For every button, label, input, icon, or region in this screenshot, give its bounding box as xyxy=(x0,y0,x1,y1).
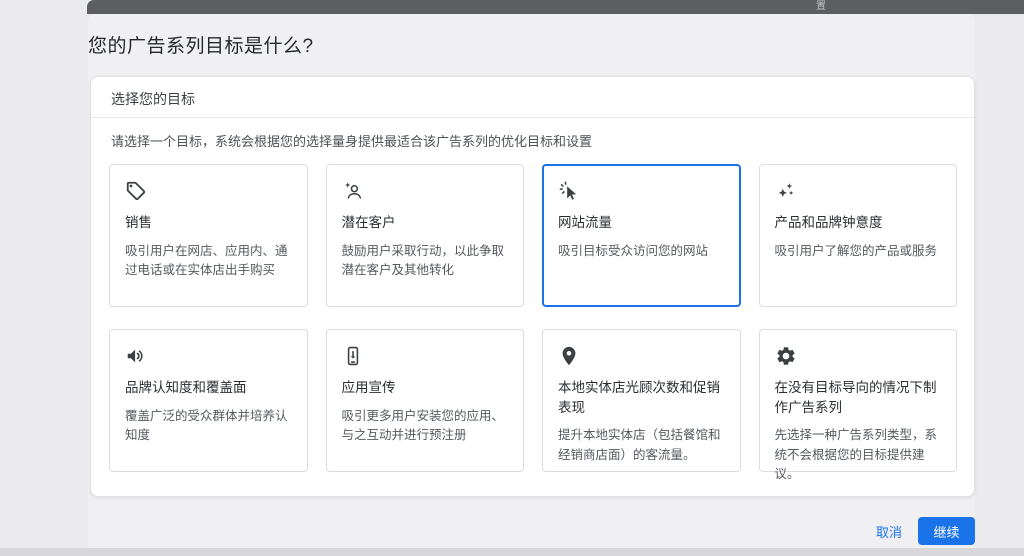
goal-card-website-traffic[interactable]: 网站流量 吸引目标受众访问您的网站 xyxy=(542,164,741,307)
goal-description: 鼓励用户采取行动，以此争取潜在客户及其他转化 xyxy=(341,243,505,277)
goal-description: 先选择一种广告系列类型，系统不会根据您的目标提供建议。 xyxy=(774,428,938,481)
bottom-edge-strip xyxy=(0,548,1024,556)
goal-description: 覆盖广泛的受众群体并培养认知度 xyxy=(125,408,288,442)
partial-top-toolbar: 置 xyxy=(87,0,1024,14)
goal-title: 在没有目标导向的情况下制作广告系列 xyxy=(774,380,937,415)
goal-card-local-store-visits[interactable]: 本地实体店光顾次数和促销表现 提升本地实体店（包括餐馆和经销商店面）的客流量。 xyxy=(542,329,741,472)
goal-description: 吸引用户了解您的产品或服务 xyxy=(774,243,938,258)
app-phone-icon xyxy=(342,345,364,367)
goal-description: 提升本地实体店（包括餐馆和经销商店面）的客流量。 xyxy=(558,428,721,462)
speaker-icon xyxy=(125,345,147,367)
goal-card-sales[interactable]: 销售 吸引用户在网店、应用内、通过电话或在实体店出手购买 xyxy=(109,164,308,307)
sparkles-icon xyxy=(775,180,797,202)
toolbar-partial-text: 置 xyxy=(816,1,826,12)
goal-title: 产品和品牌钟意度 xyxy=(774,215,883,230)
page-title: 您的广告系列目标是什么? xyxy=(88,36,314,57)
goal-title: 品牌认知度和覆盖面 xyxy=(125,380,247,395)
footer-actions: 取消 继续 xyxy=(0,516,975,546)
goal-selection-card: 选择您的目标 请选择一个目标，系统会根据您的选择量身提供最适合该广告系列的优化目… xyxy=(90,76,975,497)
screen: 置 您的广告系列目标是什么? 选择您的目标 请选择一个目标，系统会根据您的选择量… xyxy=(0,0,1024,556)
goal-title: 潜在客户 xyxy=(341,215,396,230)
goal-card-app-promotion[interactable]: 应用宣传 吸引更多用户安装您的应用、与之互动并进行预注册 xyxy=(325,329,524,472)
goal-card-brand-awareness-reach[interactable]: 品牌认知度和覆盖面 覆盖广泛的受众群体并培养认知度 xyxy=(109,329,308,472)
card-header: 选择您的目标 xyxy=(91,77,974,118)
instruction-text: 请选择一个目标，系统会根据您的选择量身提供最适合该广告系列的优化目标和设置 xyxy=(111,134,593,149)
goal-description: 吸引更多用户安装您的应用、与之互动并进行预注册 xyxy=(341,408,505,442)
location-pin-icon xyxy=(558,345,580,367)
website-traffic-cursor-icon xyxy=(558,180,580,202)
goal-grid: 销售 吸引用户在网店、应用内、通过电话或在实体店出手购买 潜在客户 鼓励用户采取… xyxy=(109,164,957,481)
cancel-button[interactable]: 取消 xyxy=(876,522,902,541)
goal-title: 销售 xyxy=(125,215,152,230)
goal-description: 吸引目标受众访问您的网站 xyxy=(558,243,709,258)
continue-button[interactable]: 继续 xyxy=(918,517,975,545)
goal-card-no-goal-guidance[interactable]: 在没有目标导向的情况下制作广告系列 先选择一种广告系列类型，系统不会根据您的目标… xyxy=(758,329,957,481)
sell-tag-icon xyxy=(125,180,147,202)
goal-title: 网站流量 xyxy=(558,215,612,230)
goal-title: 应用宣传 xyxy=(341,380,396,395)
goal-card-leads[interactable]: 潜在客户 鼓励用户采取行动，以此争取潜在客户及其他转化 xyxy=(325,164,524,307)
goal-title: 本地实体店光顾次数和促销表现 xyxy=(558,380,720,415)
goal-description: 吸引用户在网店、应用内、通过电话或在实体店出手购买 xyxy=(125,243,288,277)
goal-card-product-brand-consideration[interactable]: 产品和品牌钟意度 吸引用户了解您的产品或服务 xyxy=(758,164,957,307)
leads-person-icon xyxy=(342,180,364,202)
gear-icon xyxy=(775,345,797,367)
